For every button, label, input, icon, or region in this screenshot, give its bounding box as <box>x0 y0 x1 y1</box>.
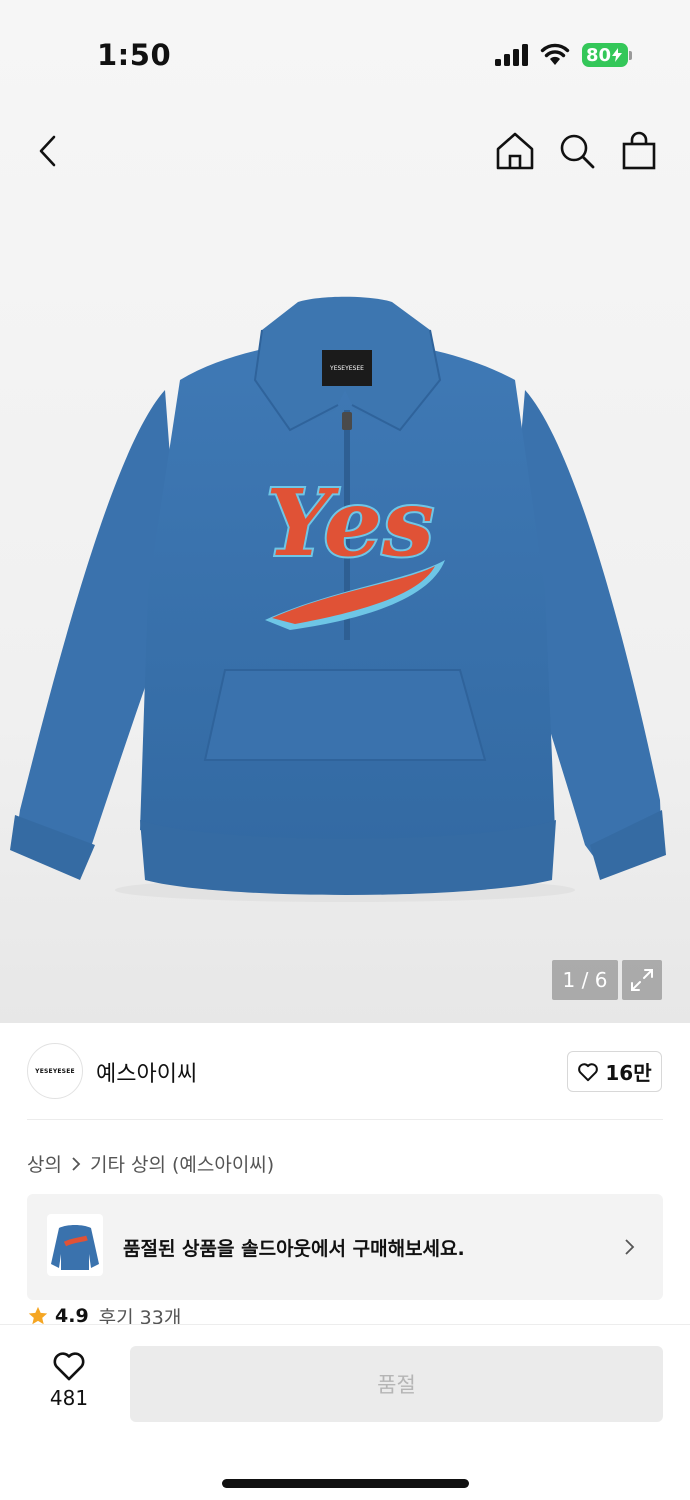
shopping-bag-icon <box>622 131 656 170</box>
battery-cap <box>629 51 632 60</box>
brand-name[interactable]: 예스아이씨 <box>96 1056 197 1088</box>
back-button[interactable] <box>27 129 71 173</box>
battery-indicator: 80 <box>582 43 628 67</box>
charging-bolt-icon <box>612 48 623 62</box>
back-icon <box>39 135 56 167</box>
cart-button[interactable] <box>617 129 661 173</box>
brand-like-button[interactable]: 16만 <box>567 1051 662 1092</box>
product-hero[interactable]: 1:50 80 YESEYESEE Yes 1 / 6 <box>0 0 690 1023</box>
search-button[interactable] <box>555 129 599 173</box>
product-image: YESEYESEE Yes <box>10 296 666 902</box>
soldout-thumbnail <box>47 1214 103 1276</box>
search-icon <box>560 134 595 169</box>
heart-icon <box>53 1352 85 1381</box>
brand-logo-text: YESEYESEE <box>35 1067 75 1075</box>
home-button[interactable] <box>493 129 537 173</box>
battery-level: 80 <box>586 44 612 66</box>
divider <box>27 1119 663 1120</box>
bottom-action-bar: 481 품절 <box>0 1324 690 1500</box>
status-bar: 1:50 80 <box>0 0 690 110</box>
soldout-banner[interactable]: 품절된 상품을 솔드아웃에서 구매해보세요. <box>27 1194 663 1300</box>
expand-image-button[interactable] <box>622 960 662 1000</box>
status-time: 1:50 <box>97 38 172 72</box>
image-counter: 1 / 6 <box>552 960 618 1000</box>
breadcrumb-item-category[interactable]: 상의 <box>27 1150 62 1177</box>
chevron-right-icon <box>72 1156 81 1171</box>
brand-like-count: 16만 <box>605 1061 652 1085</box>
brand-logo[interactable]: YESEYESEE <box>27 1043 83 1099</box>
wishlist-count: 481 <box>49 1386 89 1410</box>
soldout-banner-text: 품절된 상품을 솔드아웃에서 구매해보세요. <box>123 1238 465 1260</box>
breadcrumb-item-subcategory[interactable]: 기타 상의 (예스아이씨) <box>90 1150 274 1177</box>
brand-row[interactable]: YESEYESEE 예스아이씨 16만 <box>27 1043 663 1101</box>
neck-label-text: YESEYESEE <box>329 365 364 372</box>
home-indicator <box>222 1479 469 1488</box>
expand-icon <box>631 969 653 991</box>
home-icon <box>496 132 534 170</box>
wifi-icon <box>540 43 570 65</box>
heart-icon <box>578 1062 599 1081</box>
sold-out-button[interactable]: 품절 <box>130 1346 663 1422</box>
chevron-right-icon <box>625 1239 635 1255</box>
wishlist-button[interactable]: 481 <box>34 1350 104 1410</box>
breadcrumb: 상의 기타 상의 (예스아이씨) <box>27 1150 274 1177</box>
graphic-text: Yes <box>266 469 434 577</box>
cellular-signal-icon <box>495 44 528 66</box>
